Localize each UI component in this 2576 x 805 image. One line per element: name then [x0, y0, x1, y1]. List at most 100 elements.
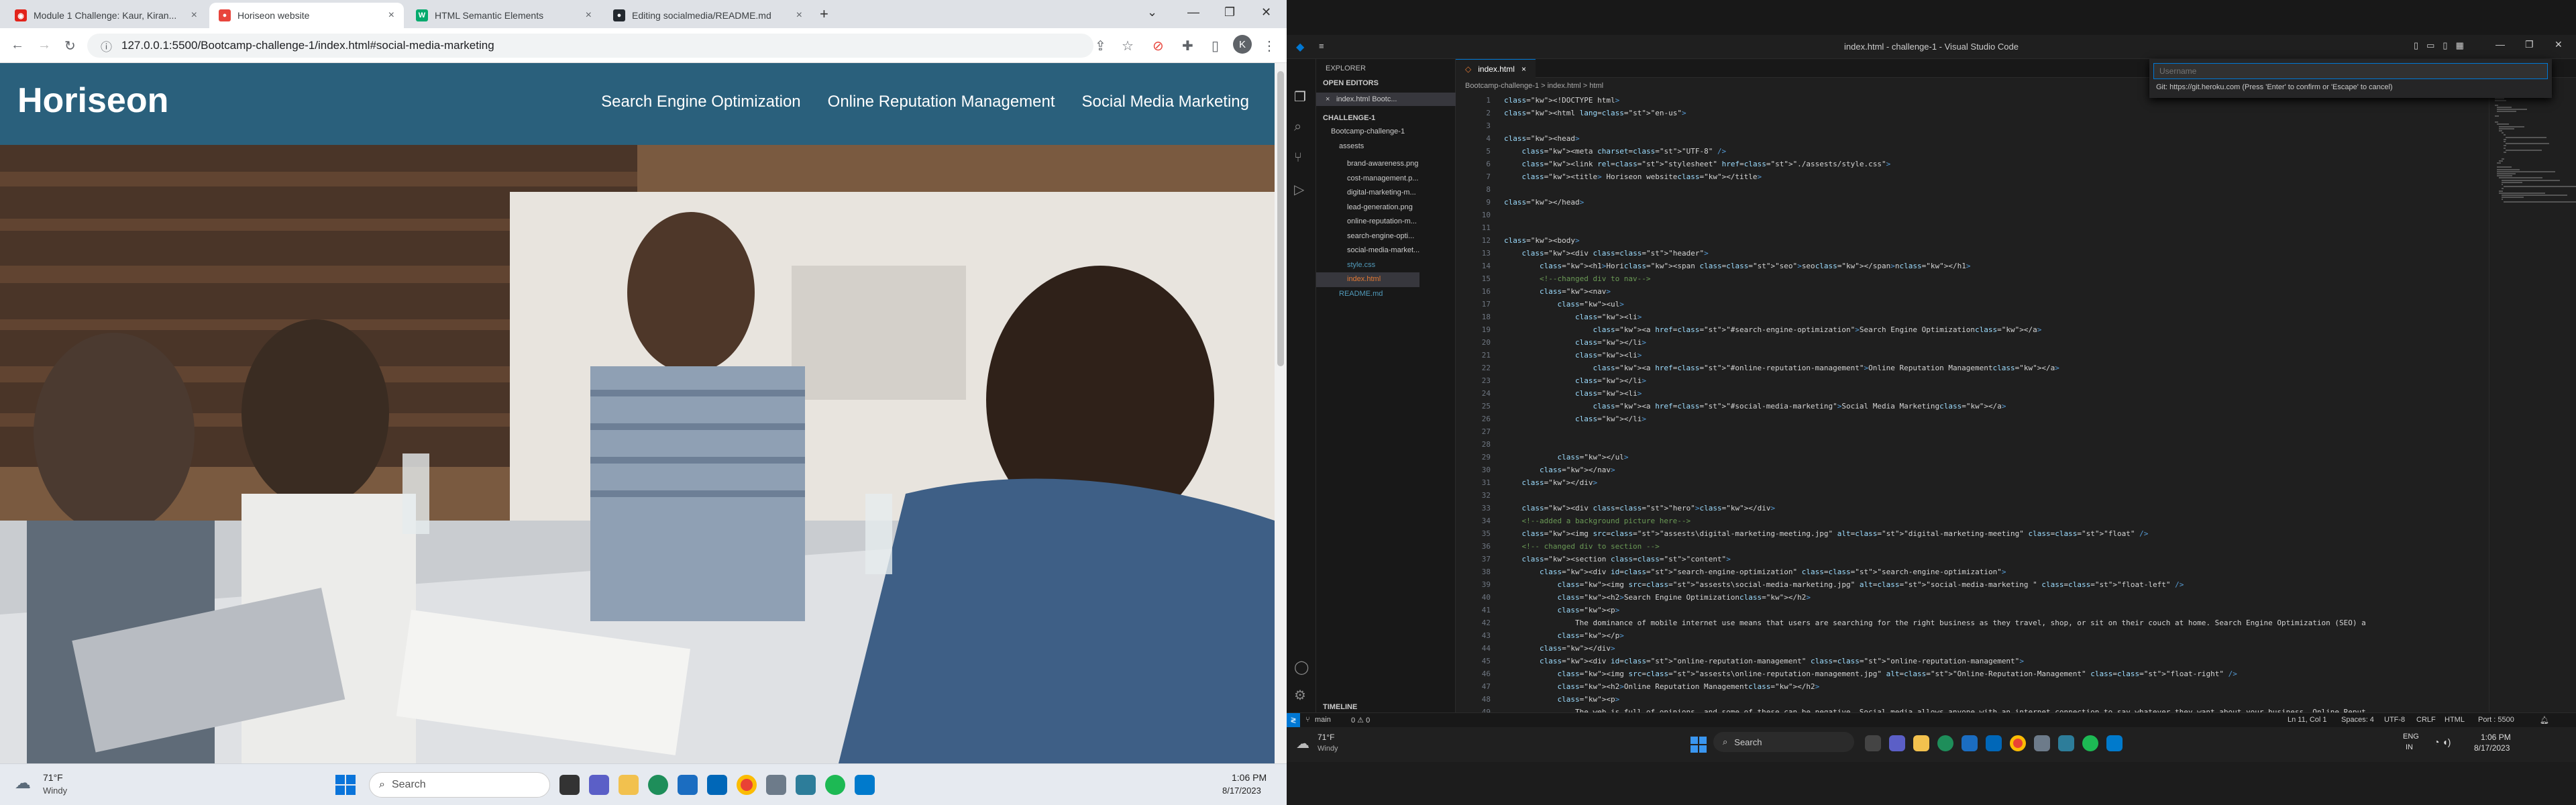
- file-item[interactable]: lead-generation.png: [1347, 201, 1419, 215]
- close-window-button[interactable]: ✕: [1261, 5, 1271, 19]
- code-line[interactable]: class="kw"><li>: [1504, 311, 1642, 323]
- clock-time[interactable]: 1:06 PM: [2481, 733, 2511, 742]
- close-icon[interactable]: ×: [796, 9, 802, 21]
- bookmark-star-icon[interactable]: ☆: [1122, 38, 1134, 54]
- code-line[interactable]: class="kw"><body>: [1504, 234, 1580, 247]
- task-view-icon[interactable]: [559, 775, 580, 795]
- page-scrollbar[interactable]: [1275, 63, 1287, 763]
- problems-count[interactable]: 0 ⚠ 0: [1351, 716, 1370, 724]
- code-line[interactable]: class="kw"></head>: [1504, 196, 1584, 209]
- scroll-thumb[interactable]: [1277, 71, 1284, 366]
- timeline-header[interactable]: TIMELINE: [1323, 703, 1357, 711]
- cursor-position[interactable]: Ln 11, Col 1: [2288, 716, 2327, 724]
- git-branch[interactable]: main: [1315, 716, 1331, 724]
- remote-icon[interactable]: ≷: [1287, 713, 1300, 728]
- mail-icon[interactable]: [766, 775, 786, 795]
- code-line[interactable]: class="kw"><li>: [1504, 387, 1642, 400]
- code-line[interactable]: class="kw"></ul>: [1504, 451, 1628, 464]
- vscode-taskbar-icon[interactable]: [2106, 735, 2123, 751]
- account-icon[interactable]: ◯: [1294, 659, 1309, 676]
- file-item[interactable]: index.html: [1316, 272, 1420, 287]
- minimap[interactable]: [2489, 94, 2576, 712]
- extension-icon[interactable]: ⊘: [1152, 38, 1164, 54]
- chrome-icon[interactable]: [2010, 735, 2026, 751]
- code-line[interactable]: class="kw"><a href=class="st">"#social-m…: [1504, 400, 2006, 413]
- code-line[interactable]: <!--changed div to nav-->: [1504, 272, 1651, 285]
- live-server-port[interactable]: Port : 5500: [2478, 716, 2514, 724]
- code-line[interactable]: class="kw"><img src=class="st">"assests\…: [1504, 527, 2149, 540]
- teams-icon[interactable]: [589, 775, 609, 795]
- nav-link-smm[interactable]: Social Media Marketing: [1082, 93, 1249, 111]
- weather-desc[interactable]: Windy: [43, 786, 67, 796]
- close-icon[interactable]: ×: [191, 9, 197, 21]
- folder-root[interactable]: Bootcamp-challenge-1: [1331, 127, 1405, 136]
- close-icon[interactable]: ×: [1521, 64, 1526, 74]
- code-line[interactable]: class="kw"><link rel=class="st">"stylesh…: [1504, 158, 1891, 170]
- close-icon[interactable]: ×: [586, 9, 592, 21]
- username-input[interactable]: [2153, 63, 2548, 79]
- tab-search-icon[interactable]: ⌄: [1147, 5, 1157, 19]
- menu-kebab-icon[interactable]: ⋮: [1263, 38, 1276, 54]
- app-icon[interactable]: [1986, 735, 2002, 751]
- code-line[interactable]: class="kw"><h1>Horiclass="kw"><span clas…: [1504, 260, 1971, 272]
- tab-module-challenge[interactable]: ◉ Module 1 Challenge: Kaur, Kiran... ×: [5, 3, 207, 28]
- back-icon[interactable]: ←: [11, 38, 24, 53]
- file-item[interactable]: style.css: [1347, 258, 1419, 273]
- code-line[interactable]: class="kw"></li>: [1504, 374, 1646, 387]
- code-line[interactable]: class="kw"><head>: [1504, 132, 1580, 145]
- file-item[interactable]: cost-management.p...: [1347, 172, 1419, 186]
- app-icon[interactable]: [707, 775, 727, 795]
- clock-date[interactable]: 8/17/2023: [1222, 786, 1261, 796]
- code-line[interactable]: class="kw"><h2>Online Reputation Managem…: [1504, 680, 1819, 693]
- file-item[interactable]: online-reputation-m...: [1347, 215, 1419, 229]
- code-line[interactable]: class="kw"></li>: [1504, 336, 1646, 349]
- tab-github-readme[interactable]: ● Editing socialmedia/README.md ×: [604, 3, 812, 28]
- store-icon[interactable]: [678, 775, 698, 795]
- explorer-icon[interactable]: ❐: [1294, 89, 1306, 105]
- layout-controls-icon[interactable]: ▯▭▯▦: [2414, 40, 2472, 51]
- share-icon[interactable]: ⇪: [1095, 38, 1106, 54]
- network-volume-icon[interactable]: ◔ ◖): [2434, 737, 2451, 747]
- file-explorer-icon[interactable]: [619, 775, 639, 795]
- code-line[interactable]: class="kw"><div id=class="st">"search-en…: [1504, 566, 2006, 578]
- code-line[interactable]: class="kw"><section class=class="st">"co…: [1504, 553, 1731, 566]
- search-icon[interactable]: ⌕: [1294, 119, 1301, 135]
- start-icon[interactable]: [1690, 737, 1707, 753]
- side-panel-icon[interactable]: ▯: [1212, 38, 1219, 54]
- open-editor-item[interactable]: × index.html Bootc...: [1316, 93, 1456, 106]
- file-item[interactable]: README.md: [1339, 287, 1419, 302]
- url-text[interactable]: 127.0.0.1:5500/Bootcamp-challenge-1/inde…: [121, 39, 494, 52]
- breadcrumb[interactable]: Bootcamp-challenge-1 > index.html > html: [1465, 82, 1603, 90]
- code-line[interactable]: class="kw"><meta charset=class="st">"UTF…: [1504, 145, 1727, 158]
- maximize-button[interactable]: ❐: [2525, 39, 2534, 50]
- keyboard-region[interactable]: IN: [2406, 743, 2413, 751]
- maximize-button[interactable]: ❐: [1224, 5, 1235, 19]
- settings-app-icon[interactable]: [2058, 735, 2074, 751]
- run-debug-icon[interactable]: ▷: [1294, 181, 1304, 198]
- code-line[interactable]: class="kw"><ul>: [1504, 298, 1623, 311]
- code-line[interactable]: class="kw"><h2>Search Engine Optimizatio…: [1504, 591, 1811, 604]
- spotify-icon[interactable]: [825, 775, 845, 795]
- settings-gear-icon[interactable]: ⚙: [1294, 687, 1306, 704]
- profile-avatar[interactable]: K: [1233, 35, 1252, 54]
- line-ending[interactable]: CRLF: [2416, 716, 2436, 724]
- keyboard-lang[interactable]: ENG: [2403, 733, 2419, 741]
- edge-icon[interactable]: [648, 775, 668, 795]
- nav-link-seo[interactable]: Search Engine Optimization: [601, 93, 801, 111]
- code-line[interactable]: class="kw"><li>: [1504, 349, 1642, 362]
- code-editor[interactable]: 1 class="kw"><!DOCTYPE html> 2 class="kw"><…: [1456, 94, 2489, 712]
- code-line[interactable]: <!--added a background picture here-->: [1504, 515, 1690, 527]
- store-icon[interactable]: [1962, 735, 1978, 751]
- code-line[interactable]: class="kw"><div class=class="st">"header…: [1504, 247, 1709, 260]
- code-line[interactable]: class="kw"><div class=class="st">"hero">…: [1504, 502, 1776, 515]
- chrome-icon[interactable]: [737, 775, 757, 795]
- assets-folder[interactable]: assests: [1339, 142, 1364, 150]
- editor-tab-index[interactable]: ◇ index.html ×: [1456, 59, 1536, 78]
- file-item[interactable]: brand-awareness.png: [1347, 157, 1419, 172]
- weather-temp[interactable]: 71°F: [43, 772, 63, 783]
- code-line[interactable]: The web is full of opinions, and some of…: [1504, 706, 2366, 712]
- language-mode[interactable]: HTML: [2445, 716, 2465, 724]
- edge-icon[interactable]: [1937, 735, 1953, 751]
- extensions-puzzle-icon[interactable]: ✚: [1182, 38, 1193, 54]
- code-line[interactable]: class="kw"><img src=class="st">"assests\…: [1504, 667, 2237, 680]
